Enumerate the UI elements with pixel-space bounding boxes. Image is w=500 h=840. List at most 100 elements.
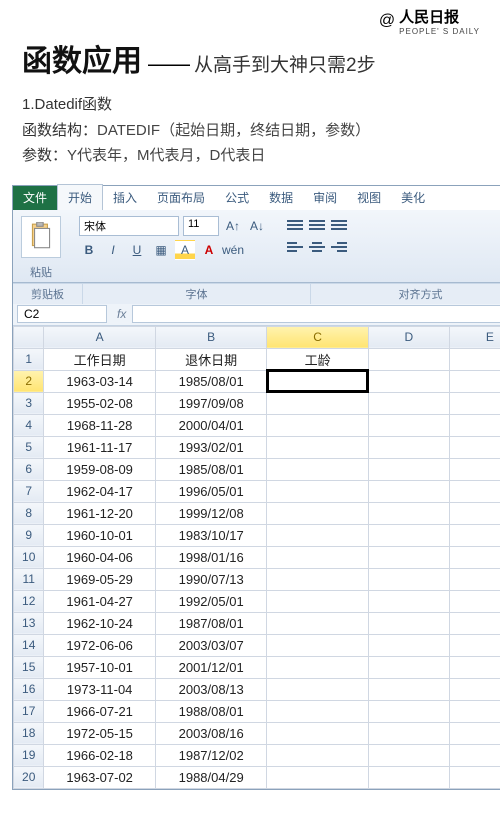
align-right-button[interactable] <box>329 238 349 256</box>
cell[interactable]: 1963-07-02 <box>44 766 156 788</box>
cell[interactable]: 1968-11-28 <box>44 414 156 436</box>
cell[interactable] <box>267 766 368 788</box>
row-header[interactable]: 9 <box>14 524 44 546</box>
cell[interactable]: 2003/08/13 <box>155 678 267 700</box>
cell[interactable] <box>267 634 368 656</box>
font-color-button[interactable]: A <box>199 240 219 260</box>
cell[interactable] <box>368 524 449 546</box>
cell[interactable] <box>449 524 500 546</box>
cell[interactable] <box>449 700 500 722</box>
cell[interactable] <box>267 568 368 590</box>
cell[interactable] <box>368 502 449 524</box>
paste-button[interactable] <box>21 216 61 258</box>
cell[interactable] <box>449 568 500 590</box>
cell[interactable] <box>449 656 500 678</box>
cell[interactable]: 1999/12/08 <box>155 502 267 524</box>
row-header[interactable]: 19 <box>14 744 44 766</box>
cell[interactable]: 1957-10-01 <box>44 656 156 678</box>
cell[interactable] <box>368 766 449 788</box>
cell[interactable]: 1961-04-27 <box>44 590 156 612</box>
cell[interactable]: 退休日期 <box>155 348 267 370</box>
cell[interactable] <box>267 436 368 458</box>
tab-review[interactable]: 审阅 <box>303 185 347 210</box>
cell[interactable] <box>368 458 449 480</box>
tab-view[interactable]: 视图 <box>347 185 391 210</box>
formula-bar[interactable] <box>132 305 500 323</box>
cell[interactable] <box>368 722 449 744</box>
cell[interactable] <box>267 546 368 568</box>
col-header-c[interactable]: C <box>267 326 368 348</box>
row-header[interactable]: 17 <box>14 700 44 722</box>
cell[interactable]: 1973-11-04 <box>44 678 156 700</box>
border-button[interactable]: ▦ <box>151 240 171 260</box>
cell[interactable] <box>449 766 500 788</box>
col-header-b[interactable]: B <box>155 326 267 348</box>
row-header[interactable]: 13 <box>14 612 44 634</box>
cell[interactable] <box>449 502 500 524</box>
cell[interactable]: 1988/04/29 <box>155 766 267 788</box>
row-header[interactable]: 10 <box>14 546 44 568</box>
cell[interactable] <box>368 634 449 656</box>
cell[interactable] <box>449 480 500 502</box>
shrink-font-button[interactable]: A↓ <box>247 216 267 236</box>
row-header[interactable]: 3 <box>14 392 44 414</box>
cell[interactable] <box>449 370 500 392</box>
cell[interactable] <box>267 524 368 546</box>
cell[interactable] <box>368 656 449 678</box>
cell[interactable] <box>368 414 449 436</box>
row-header[interactable]: 11 <box>14 568 44 590</box>
row-header[interactable]: 8 <box>14 502 44 524</box>
cell[interactable] <box>449 634 500 656</box>
row-header[interactable]: 14 <box>14 634 44 656</box>
cell[interactable] <box>368 612 449 634</box>
cell[interactable]: 1993/02/01 <box>155 436 267 458</box>
tab-file[interactable]: 文件 <box>13 186 57 210</box>
cell[interactable] <box>267 458 368 480</box>
align-bottom-button[interactable] <box>329 216 349 234</box>
cell[interactable] <box>267 502 368 524</box>
row-header[interactable]: 16 <box>14 678 44 700</box>
cell[interactable] <box>368 744 449 766</box>
row-header[interactable]: 7 <box>14 480 44 502</box>
cell[interactable] <box>368 436 449 458</box>
phonetic-button[interactable]: wén <box>223 240 243 260</box>
row-header[interactable]: 12 <box>14 590 44 612</box>
cell[interactable] <box>368 568 449 590</box>
col-header-d[interactable]: D <box>368 326 449 348</box>
font-name-select[interactable]: 宋体 <box>79 216 179 236</box>
cell[interactable]: 1988/08/01 <box>155 700 267 722</box>
cell[interactable] <box>449 546 500 568</box>
cell[interactable]: 1998/01/16 <box>155 546 267 568</box>
cell[interactable] <box>449 458 500 480</box>
cell[interactable] <box>267 722 368 744</box>
cell[interactable]: 1996/05/01 <box>155 480 267 502</box>
row-header[interactable]: 18 <box>14 722 44 744</box>
cell[interactable]: 1987/08/01 <box>155 612 267 634</box>
cell[interactable]: 1985/08/01 <box>155 370 267 392</box>
tab-formula[interactable]: 公式 <box>215 185 259 210</box>
cell[interactable]: 1983/10/17 <box>155 524 267 546</box>
cell[interactable]: 1966-07-21 <box>44 700 156 722</box>
row-header[interactable]: 15 <box>14 656 44 678</box>
cell[interactable]: 1963-03-14 <box>44 370 156 392</box>
row-header[interactable]: 5 <box>14 436 44 458</box>
cell[interactable] <box>368 370 449 392</box>
cell[interactable] <box>449 612 500 634</box>
cell[interactable] <box>267 744 368 766</box>
cell[interactable] <box>267 414 368 436</box>
cell[interactable] <box>368 546 449 568</box>
cell[interactable]: 1959-08-09 <box>44 458 156 480</box>
cell[interactable]: 2000/04/01 <box>155 414 267 436</box>
align-top-button[interactable] <box>285 216 305 234</box>
tab-insert[interactable]: 插入 <box>103 185 147 210</box>
select-all-corner[interactable] <box>14 326 44 348</box>
tab-layout[interactable]: 页面布局 <box>147 185 215 210</box>
cell[interactable] <box>267 700 368 722</box>
cell[interactable]: 1962-04-17 <box>44 480 156 502</box>
cell[interactable] <box>267 370 368 392</box>
grow-font-button[interactable]: A↑ <box>223 216 243 236</box>
cell[interactable] <box>449 348 500 370</box>
font-size-select[interactable]: 11 <box>183 216 219 236</box>
cell[interactable]: 1997/09/08 <box>155 392 267 414</box>
cell[interactable] <box>267 612 368 634</box>
